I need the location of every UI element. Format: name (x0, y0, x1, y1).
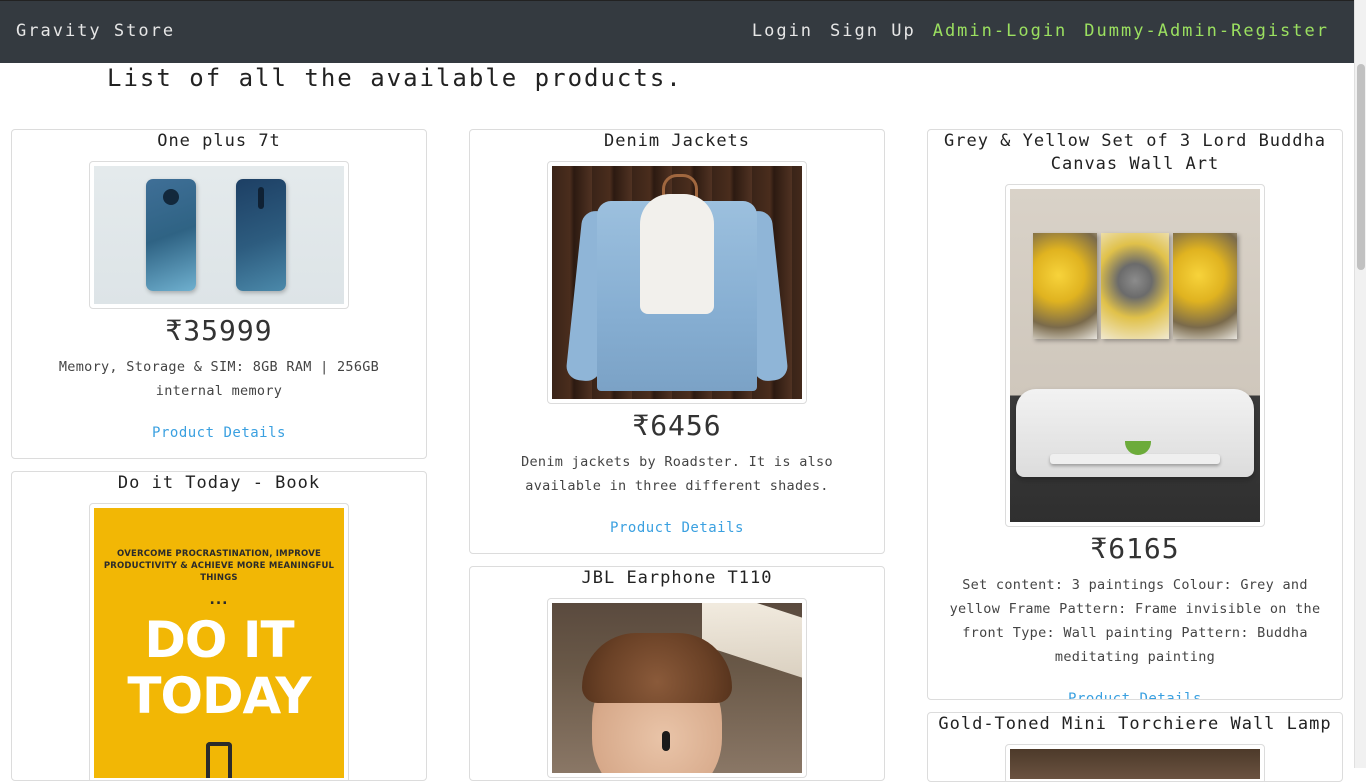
table-illustration (1050, 454, 1220, 464)
signup-link[interactable]: Sign Up (830, 21, 916, 41)
product-card: JBL Earphone T110 (469, 566, 885, 781)
book-cover-dots: ... (209, 592, 229, 608)
product-description: Denim jackets by Roadster. It is also av… (521, 454, 833, 494)
page-title: List of all the available products. (107, 64, 683, 92)
jacket-collar (640, 194, 714, 314)
product-image-frame (89, 161, 349, 309)
product-title: One plus 7t (157, 131, 281, 151)
top-navbar: Gravity Store Login Sign Up Admin-Login … (0, 0, 1354, 63)
product-image-frame (547, 598, 807, 778)
book-cover-subtitle: OVERCOME PROCRASTINATION, IMPROVE PRODUC… (103, 549, 335, 583)
scrollbar-thumb[interactable] (1357, 64, 1365, 270)
product-image (552, 603, 802, 773)
product-details-link[interactable]: Product Details (152, 425, 286, 441)
camera-icon (163, 189, 179, 205)
phone-illustration (236, 179, 286, 291)
product-price: ₹6456 (632, 409, 722, 442)
product-image-frame (1005, 744, 1265, 781)
admin-login-link[interactable]: Admin-Login (933, 21, 1068, 41)
product-image (1010, 189, 1260, 522)
product-title: Gold-Toned Mini Torchiere Wall Lamp (938, 714, 1332, 734)
product-card: One plus 7t ₹35999 Memory, Storage & SIM… (11, 129, 427, 459)
login-link[interactable]: Login (752, 21, 813, 41)
nav-links: Login Sign Up Admin-Login Dummy-Admin-Re… (752, 21, 1329, 41)
product-image: OVERCOME PROCRASTINATION, IMPROVE PRODUC… (94, 508, 344, 778)
dummy-admin-register-link[interactable]: Dummy-Admin-Register (1084, 21, 1329, 41)
product-title: Denim Jackets (603, 131, 751, 151)
product-image-frame: OVERCOME PROCRASTINATION, IMPROVE PRODUC… (89, 503, 349, 780)
product-image (1010, 749, 1260, 779)
book-cover-title: DO IT TODAY (127, 611, 311, 725)
canvas-panel (1173, 233, 1237, 339)
product-title: Do it Today - Book (117, 473, 321, 493)
product-description: Set content: 3 paintings Colour: Grey an… (949, 577, 1321, 665)
product-image (94, 166, 344, 304)
product-image-frame (1005, 184, 1265, 527)
product-card: Do it Today - Book OVERCOME PROCRASTINAT… (11, 471, 427, 781)
hair-illustration (582, 633, 732, 703)
page-scrollbar[interactable] (1354, 0, 1366, 768)
canvas-panel (1033, 233, 1097, 339)
canvas-panel (1101, 233, 1169, 339)
product-image (552, 166, 802, 399)
product-title: JBL Earphone T110 (581, 568, 773, 588)
earphone-icon (662, 731, 670, 751)
product-card: Grey & Yellow Set of 3 Lord Buddha Canva… (927, 129, 1343, 700)
camera-icon (258, 187, 264, 209)
cup-icon (206, 742, 232, 778)
product-card: Gold-Toned Mini Torchiere Wall Lamp (927, 712, 1343, 782)
product-price: ₹6165 (1090, 532, 1180, 565)
product-details-link[interactable]: Product Details (1068, 691, 1202, 699)
brand-link[interactable]: Gravity Store (16, 21, 175, 41)
product-details-link[interactable]: Product Details (610, 520, 744, 536)
phone-illustration (146, 179, 196, 291)
product-description: Memory, Storage & SIM: 8GB RAM | 256GB i… (58, 359, 380, 399)
product-card: Denim Jackets ₹6456 Denim jackets by Roa… (469, 129, 885, 554)
product-title: Grey & Yellow Set of 3 Lord Buddha Canva… (944, 131, 1326, 174)
product-image-frame (547, 161, 807, 404)
product-price: ₹35999 (165, 314, 273, 347)
